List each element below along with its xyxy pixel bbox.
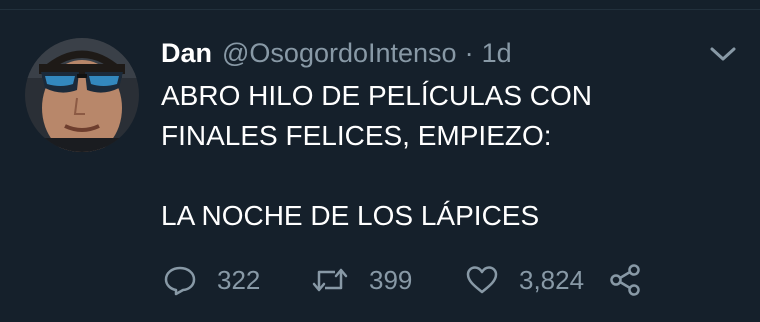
author-handle[interactable]: @OsogordoIntenso bbox=[222, 38, 457, 69]
divider bbox=[0, 9, 760, 10]
tweet-text-line: FINALES FELICES, EMPIEZO: bbox=[161, 120, 552, 151]
tweet-header: Dan @OsogordoIntenso · 1d bbox=[161, 33, 512, 73]
share-button[interactable] bbox=[608, 262, 642, 298]
reply-button[interactable]: 322 bbox=[163, 262, 260, 298]
tweet-text: ABRO HILO DE PELÍCULAS CON FINALES FELIC… bbox=[161, 76, 721, 236]
action-bar: 322 399 3,824 bbox=[163, 262, 683, 298]
timestamp[interactable]: 1d bbox=[482, 38, 512, 69]
like-count: 3,824 bbox=[519, 264, 585, 295]
reply-icon bbox=[163, 263, 197, 297]
avatar[interactable] bbox=[25, 38, 139, 152]
tweet-text-line bbox=[161, 156, 721, 196]
separator: · bbox=[464, 37, 474, 68]
like-button[interactable]: 3,824 bbox=[465, 262, 584, 298]
retweet-count: 399 bbox=[369, 264, 413, 295]
share-icon bbox=[608, 263, 642, 297]
chevron-down-icon[interactable] bbox=[709, 44, 737, 64]
tweet-text-line: LA NOCHE DE LOS LÁPICES bbox=[161, 200, 540, 231]
tweet[interactable]: Dan @OsogordoIntenso · 1d ABRO HILO DE P… bbox=[0, 0, 760, 322]
retweet-button[interactable]: 399 bbox=[311, 262, 412, 298]
author-name[interactable]: Dan bbox=[161, 38, 212, 69]
heart-icon bbox=[465, 263, 499, 297]
tweet-text-line: ABRO HILO DE PELÍCULAS CON bbox=[161, 80, 593, 111]
retweet-icon bbox=[311, 263, 349, 297]
reply-count: 322 bbox=[217, 264, 261, 295]
